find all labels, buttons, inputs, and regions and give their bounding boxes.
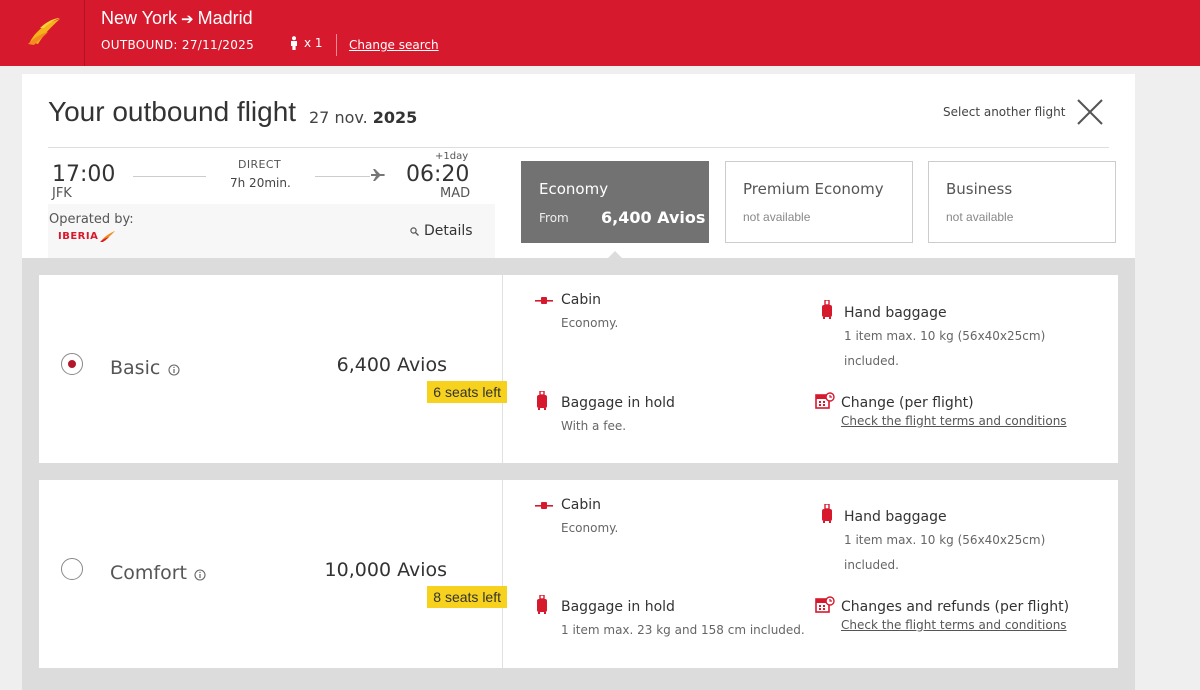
fare-radio-comfort[interactable] (61, 558, 83, 580)
tab-premium-status: not available (743, 210, 811, 224)
flight-duration: 7h 20min. (230, 176, 291, 190)
feature-desc: 1 item max. 23 kg and 158 cm included. (561, 623, 805, 637)
header-divider (336, 34, 337, 56)
select-another-flight-link[interactable]: Select another flight (943, 105, 1065, 119)
feature-desc: Economy. (561, 521, 619, 535)
tab-business[interactable]: Business not available (928, 161, 1116, 243)
passenger-count: x 1 (290, 36, 323, 50)
fare-radio-basic[interactable] (61, 353, 83, 375)
fare-name: Comfort (110, 562, 187, 584)
route-line-right (315, 176, 370, 177)
fare-summary: Comfort 10,000 Avios 8 seats left (39, 480, 507, 668)
tab-economy-from: From (539, 211, 569, 225)
flight-date: 27 nov. 2025 (309, 108, 417, 127)
details-link[interactable]: Details (410, 223, 473, 239)
iberia-wing-icon (100, 231, 116, 242)
tab-economy-price: 6,400 Avios (601, 208, 706, 227)
seat-row-icon (535, 297, 553, 304)
iberia-logo-icon (28, 18, 60, 45)
feature-desc: Economy. (561, 316, 619, 330)
feature-title: Cabin (561, 292, 602, 308)
feature-title: Hand baggage (844, 509, 947, 525)
arrival-time: 06:20 (406, 162, 470, 187)
change-search-link[interactable]: Change search (349, 38, 439, 52)
info-icon[interactable] (168, 364, 180, 376)
arrival-airport: MAD (440, 186, 471, 201)
feature-title: Change (per flight) (841, 395, 974, 411)
plane-icon (371, 169, 385, 181)
tab-premium-name: Premium Economy (743, 180, 884, 198)
fare-name: Basic (110, 357, 161, 379)
operated-by-label: Operated by: (49, 212, 134, 227)
origin-city: New York (101, 8, 178, 28)
plus-day-label: +1day (435, 151, 469, 162)
flight-date-year: 2025 (372, 108, 418, 127)
fare-price: 10,000 Avios (324, 559, 447, 581)
luggage-icon (537, 391, 547, 410)
tab-pointer (608, 251, 622, 258)
tab-business-status: not available (946, 210, 1014, 224)
fare-summary: Basic 6,400 Avios 6 seats left (39, 275, 507, 463)
feature-desc-line1: 1 item max. 10 kg (56x40x25cm) (844, 329, 1046, 343)
terms-conditions-link[interactable]: Check the flight terms and conditions (841, 618, 1067, 632)
suitcase-icon (822, 300, 832, 319)
feature-desc-line2: included. (844, 354, 899, 368)
fare-card-comfort[interactable]: Comfort 10,000 Avios 8 seats left Cabin … (39, 480, 1118, 668)
flight-date-day: 27 nov. (309, 108, 368, 127)
feature-desc-line2: included. (844, 558, 899, 572)
terms-conditions-link[interactable]: Check the flight terms and conditions (841, 414, 1067, 428)
feature-title: Baggage in hold (561, 599, 675, 615)
suitcase-icon (822, 504, 832, 523)
page-title: Your outbound flight (48, 96, 297, 127)
flight-panel: Your outbound flight 27 nov. 2025 Select… (22, 74, 1135, 690)
tab-business-name: Business (946, 180, 1013, 198)
tab-economy[interactable]: Economy From 6,400 Avios (521, 161, 709, 243)
stops-label: DIRECT (238, 158, 282, 171)
feature-title: Changes and refunds (per flight) (841, 599, 1070, 615)
destination-city: Madrid (197, 8, 253, 28)
departure-airport: JFK (52, 186, 72, 201)
magnifier-icon (410, 226, 419, 236)
tab-premium-economy[interactable]: Premium Economy not available (725, 161, 913, 243)
route-line-left (133, 176, 206, 177)
passenger-count-label: x 1 (304, 36, 323, 50)
tab-economy-name: Economy (539, 180, 609, 198)
details-label: Details (424, 223, 473, 239)
logo-area[interactable] (0, 0, 85, 66)
top-header: New York ➔ Madrid OUTBOUND: 27/11/2025 x 1… (0, 0, 1200, 66)
outbound-date: OUTBOUND: 27/11/2025 (101, 38, 255, 52)
departure-time: 17:00 (52, 162, 116, 187)
route-title: New York ➔ Madrid (101, 8, 253, 29)
seat-row-icon (535, 502, 553, 509)
close-icon[interactable] (1076, 98, 1104, 126)
fare-price: 6,400 Avios (336, 354, 447, 376)
info-icon[interactable] (194, 569, 206, 581)
luggage-icon (537, 595, 547, 614)
airline-logo: IBERIA (58, 230, 116, 242)
feature-desc: With a fee. (561, 419, 627, 433)
calendar-change-icon (815, 596, 835, 613)
seats-left-badge: 8 seats left (427, 586, 507, 608)
seats-left-badge: 6 seats left (427, 381, 507, 403)
arrow-right-icon: ➔ (181, 11, 194, 28)
fare-card-basic[interactable]: Basic 6,400 Avios 6 seats left Cabin Eco… (39, 275, 1118, 463)
calendar-change-icon (815, 392, 835, 409)
airline-name: IBERIA (58, 230, 99, 242)
flight-summary: 17:00 JFK DIRECT 7h 20min. +1day 06:20 M… (48, 148, 495, 258)
feature-title: Cabin (561, 497, 602, 513)
person-icon (291, 36, 297, 50)
feature-title: Hand baggage (844, 305, 947, 321)
feature-title: Baggage in hold (561, 395, 675, 411)
feature-desc-line1: 1 item max. 10 kg (56x40x25cm) (844, 533, 1046, 547)
